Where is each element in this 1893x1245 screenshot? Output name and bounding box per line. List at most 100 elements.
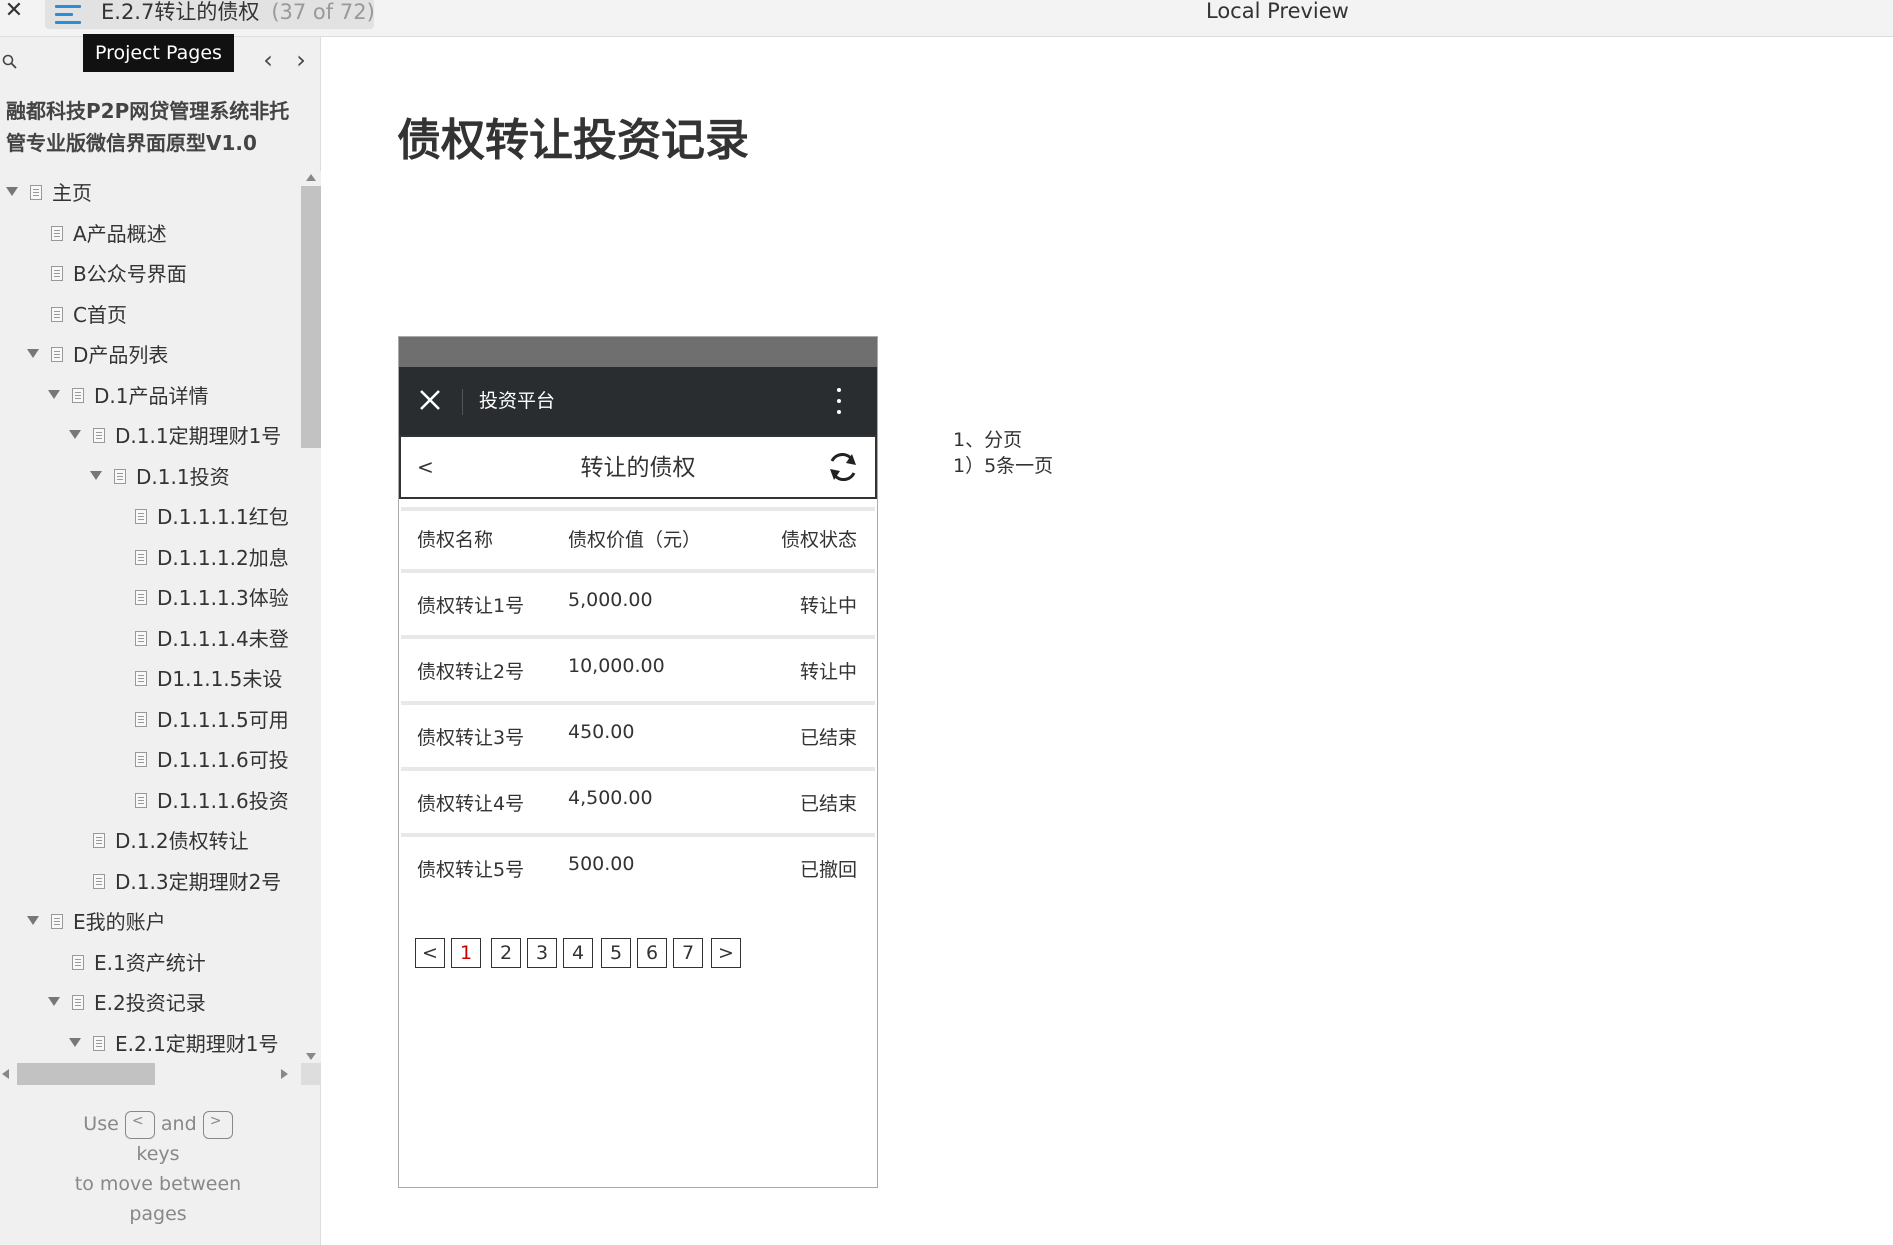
tree-item-label: E.1资产统计 bbox=[94, 950, 206, 975]
tree-item[interactable]: D.1产品详情 bbox=[0, 376, 300, 416]
more-options-icon[interactable] bbox=[829, 385, 849, 417]
page-icon bbox=[51, 266, 63, 281]
tree-item[interactable]: A产品概述 bbox=[0, 214, 300, 254]
tree-item[interactable]: D.1.3定期理财2号 bbox=[0, 862, 300, 902]
expand-arrow-icon[interactable] bbox=[90, 470, 102, 480]
expand-arrow-icon[interactable] bbox=[27, 349, 39, 358]
page-icon bbox=[135, 711, 147, 727]
expand-arrow-icon[interactable] bbox=[48, 997, 60, 1006]
pagination-page-button[interactable]: 7 bbox=[673, 938, 703, 968]
tree-item[interactable]: E我的账户 bbox=[0, 902, 300, 942]
tree-item[interactable]: D.1.1.1.6投资 bbox=[0, 781, 300, 821]
table-row[interactable]: 债权转让5号 500.00 已撤回 bbox=[401, 833, 875, 901]
cell-debt-status: 已撤回 bbox=[799, 859, 857, 881]
tree-item[interactable]: C首页 bbox=[0, 295, 300, 335]
pagination-page-button[interactable]: 1 bbox=[451, 938, 481, 968]
next-page-button[interactable]: › bbox=[289, 46, 313, 74]
tree-item[interactable]: E.1资产统计 bbox=[0, 943, 300, 983]
tree-item-label: D.1.1投资 bbox=[136, 464, 230, 489]
close-icon[interactable] bbox=[415, 385, 445, 415]
tree-item[interactable]: D.1.1.1.3体验 bbox=[0, 578, 300, 618]
scroll-down-arrow-icon[interactable] bbox=[306, 1053, 316, 1060]
local-preview-label: Local Preview bbox=[1206, 0, 1349, 23]
scrollbar-corner bbox=[301, 1063, 321, 1085]
top-bar: ✕ E.2.7转让的债权 (37 of 72) Local Preview bbox=[0, 0, 1893, 37]
page-selector[interactable]: E.2.7转让的债权 (37 of 72) bbox=[45, 0, 375, 29]
tree-item-label: C首页 bbox=[73, 302, 127, 327]
page-icon bbox=[72, 387, 84, 403]
cell-debt-status: 已结束 bbox=[799, 727, 857, 749]
table-row[interactable]: 债权转让1号 5,000.00 转让中 bbox=[401, 569, 875, 631]
page-icon bbox=[135, 671, 147, 686]
page-icon bbox=[114, 468, 126, 484]
tree-item[interactable]: D.1.1.1.6可投 bbox=[0, 740, 300, 780]
table-row[interactable]: 债权转让4号 4,500.00 已结束 bbox=[401, 767, 875, 829]
close-button[interactable]: ✕ bbox=[4, 0, 24, 24]
search-icon[interactable] bbox=[2, 54, 17, 69]
tree-item[interactable]: D.1.1定期理财1号 bbox=[0, 416, 300, 456]
tree-item[interactable]: D.1.2债权转让 bbox=[0, 821, 300, 861]
tree-item[interactable]: 主页 bbox=[0, 173, 300, 213]
expand-arrow-icon[interactable] bbox=[69, 1037, 81, 1047]
tree-item[interactable]: D.1.1.1.1红包 bbox=[0, 497, 300, 537]
tree-item[interactable]: D产品列表 bbox=[0, 335, 300, 375]
previous-page-button[interactable]: ‹ bbox=[256, 46, 280, 74]
tree-item-label: A产品概述 bbox=[73, 221, 167, 246]
tree-item[interactable]: D.1.1投资 bbox=[0, 457, 300, 497]
help-and: and bbox=[160, 1113, 197, 1135]
tree-item-label: D.1.1定期理财1号 bbox=[115, 424, 282, 448]
wechat-nav-bar: 投资平台 bbox=[399, 367, 877, 435]
tree-item-label: E我的账户 bbox=[73, 910, 166, 934]
table-row[interactable]: 债权转让2号 10,000.00 转让中 bbox=[401, 635, 875, 697]
vertical-scroll-thumb[interactable] bbox=[301, 186, 321, 448]
vertical-scrollbar[interactable] bbox=[301, 171, 321, 1063]
nav-divider bbox=[462, 389, 463, 415]
tree-item[interactable]: D.1.1.1.2加息 bbox=[0, 538, 300, 578]
project-title: 融都科技P2P网贷管理系统非托管专业版微信界面原型V1.0 bbox=[6, 99, 290, 155]
cell-debt-value: 4,500.00 bbox=[568, 787, 653, 809]
tree-item-label: D.1.1.1.6投资 bbox=[157, 788, 289, 813]
expand-arrow-icon[interactable] bbox=[48, 389, 60, 399]
pagination-prev-button[interactable]: < bbox=[415, 938, 445, 968]
pagination-page-button[interactable]: 4 bbox=[563, 938, 593, 968]
cell-debt-status: 转让中 bbox=[799, 661, 857, 683]
scroll-right-arrow-icon[interactable] bbox=[281, 1069, 288, 1079]
prev-key-icon: < bbox=[124, 1110, 155, 1139]
page-title-text: E.2.7转让的债权 bbox=[101, 0, 260, 24]
menu-icon[interactable] bbox=[55, 3, 81, 25]
pagination-page-button[interactable]: 6 bbox=[637, 938, 667, 968]
horizontal-scroll-thumb[interactable] bbox=[17, 1063, 155, 1085]
cell-debt-name: 债权转让2号 bbox=[417, 661, 525, 683]
expand-arrow-icon[interactable] bbox=[69, 430, 81, 439]
sidebar-toolbar: Project Pages ‹ › bbox=[0, 34, 321, 87]
page-icon bbox=[135, 792, 147, 808]
page-count: (37 of 72) bbox=[271, 0, 375, 24]
expand-arrow-icon[interactable] bbox=[6, 187, 18, 196]
cell-debt-name: 债权转让3号 bbox=[417, 727, 525, 749]
horizontal-scrollbar[interactable] bbox=[0, 1063, 301, 1085]
cell-debt-name: 债权转让1号 bbox=[417, 595, 525, 617]
tree-item[interactable]: B公众号界面 bbox=[0, 254, 300, 294]
screen-title: 转让的债权 bbox=[580, 455, 696, 481]
tree-item[interactable]: E.2.1定期理财1号 bbox=[0, 1024, 300, 1064]
pagination-page-button[interactable]: 2 bbox=[491, 938, 521, 968]
tree-item-label: D.1.1.1.2加息 bbox=[157, 545, 289, 570]
expand-arrow-icon[interactable] bbox=[27, 916, 39, 925]
pagination-page-button[interactable]: 3 bbox=[527, 938, 557, 968]
tree-item-label: D.1.3定期理财2号 bbox=[115, 869, 282, 894]
pagination-page-button[interactable]: 5 bbox=[601, 938, 631, 968]
tree-item-label: B公众号界面 bbox=[73, 262, 187, 286]
tree-item-label: D1.1.1.5未设 bbox=[157, 667, 283, 691]
tree-item[interactable]: D.1.1.1.4未登 bbox=[0, 619, 300, 659]
scroll-up-arrow-icon[interactable] bbox=[306, 174, 316, 181]
tree-item[interactable]: E.2投资记录 bbox=[0, 983, 300, 1023]
table-row[interactable]: 债权转让3号 450.00 已结束 bbox=[401, 701, 875, 763]
tree-item[interactable]: D1.1.1.5未设 bbox=[0, 659, 300, 699]
tree-item[interactable]: D.1.1.1.5可用 bbox=[0, 700, 300, 740]
page-heading: 债权转让投资记录 bbox=[397, 115, 749, 166]
table-header-row: 债权名称 债权价值（元） 债权状态 bbox=[401, 507, 875, 569]
page-icon bbox=[51, 225, 63, 241]
refresh-icon[interactable] bbox=[826, 450, 860, 484]
scroll-left-arrow-icon[interactable] bbox=[2, 1069, 9, 1079]
pagination-next-button[interactable]: > bbox=[711, 938, 741, 968]
